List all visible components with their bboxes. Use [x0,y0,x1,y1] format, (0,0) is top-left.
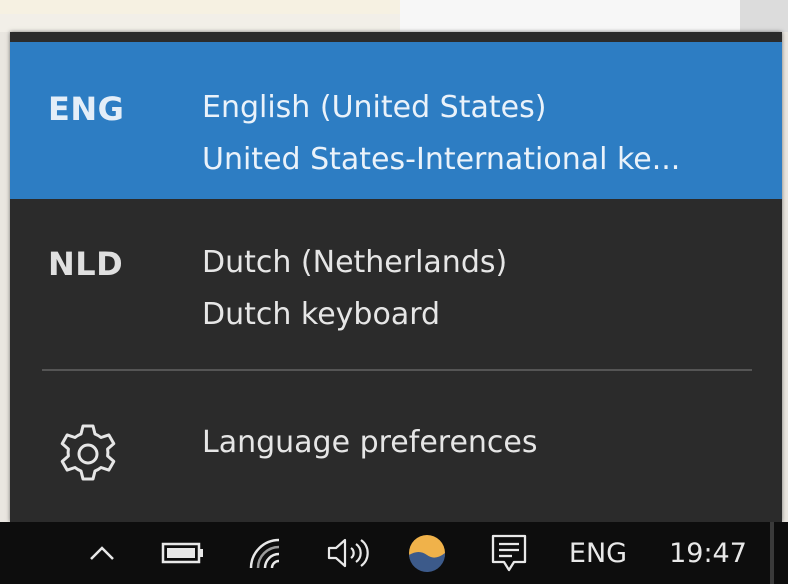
language-preferences-label: Language preferences [202,425,538,460]
taskbar-language-indicator[interactable]: ENG [556,522,640,584]
taskbar-clock[interactable]: 19:47 [660,522,756,584]
weather-icon[interactable] [404,522,450,584]
background-strip [0,0,400,14]
input-language-flyout: ENG English (United States) United State… [10,32,782,522]
keyboard-layout: United States-International ke... [202,142,681,177]
battery-icon[interactable] [158,522,208,584]
taskbar: ENG 19:47 [0,522,788,584]
language-item-nld[interactable]: NLD Dutch (Netherlands) Dutch keyboard [10,197,782,354]
notification-icon[interactable] [486,522,532,584]
language-item-eng[interactable]: ENG English (United States) United State… [10,42,782,199]
language-code: NLD [48,245,124,283]
background-strip [400,0,740,32]
volume-icon[interactable] [322,522,372,584]
gear-icon [56,422,120,486]
wifi-icon[interactable] [242,522,288,584]
show-desktop-button[interactable] [770,522,774,584]
chevron-up-icon[interactable] [82,522,122,584]
background-window [0,0,788,32]
language-name: Dutch (Netherlands) [202,245,508,280]
language-preferences-link[interactable]: Language preferences [10,398,782,488]
language-code: ENG [48,90,125,128]
keyboard-layout: Dutch keyboard [202,297,441,332]
background-strip [740,0,788,32]
divider [42,369,752,371]
language-name: English (United States) [202,90,547,125]
